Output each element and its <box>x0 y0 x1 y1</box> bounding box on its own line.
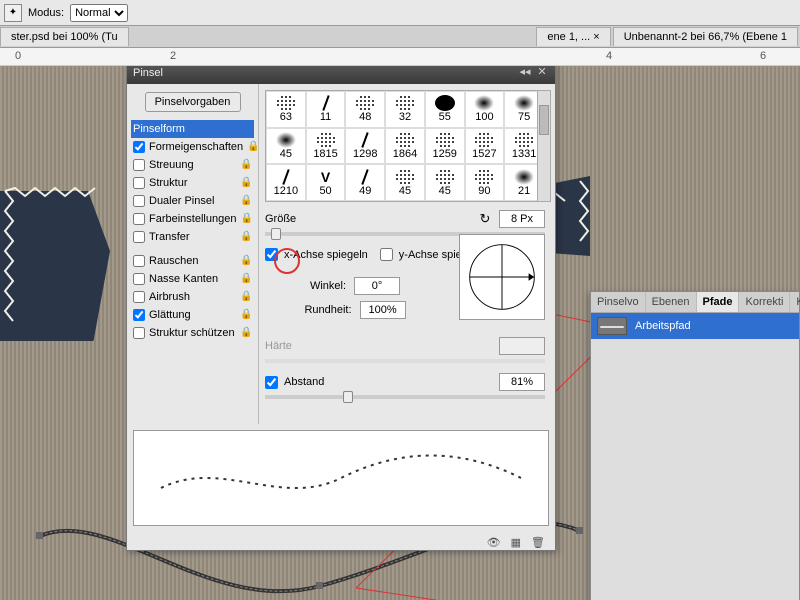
brush-panel-titlebar[interactable]: Pinsel ◂◂ ✕ <box>127 66 555 84</box>
brush-panel-footer: 👁 ▦ 🗑 <box>127 532 555 553</box>
lock-icon[interactable]: 🔒 <box>240 255 252 267</box>
path-thumbnail <box>597 317 627 335</box>
spacing-value[interactable]: 81% <box>499 373 545 391</box>
lock-icon[interactable]: 🔒 <box>240 213 252 225</box>
brush-options-sidebar: Pinselvorgaben Pinselform Formeigenschaf… <box>127 84 259 424</box>
reset-size-icon[interactable]: ↻ <box>477 211 493 227</box>
lock-icon[interactable]: 🔒 <box>240 195 252 207</box>
brush-settings-main: 63 11 48 32 55 100 75 45 1815 1298 1864 … <box>259 84 555 424</box>
spacing-slider[interactable] <box>265 395 545 399</box>
lock-icon[interactable]: 🔒 <box>240 159 252 171</box>
lock-icon[interactable]: 🔒 <box>240 177 252 189</box>
lock-icon[interactable]: 🔒 <box>240 273 252 285</box>
flip-x-checkbox[interactable] <box>265 248 278 261</box>
toggle-preview-icon[interactable]: 👁 <box>487 536 501 549</box>
hardness-slider <box>265 359 545 363</box>
tab-doc-3[interactable]: Unbenannt-2 bei 66,7% (Ebene 1 <box>613 27 798 46</box>
options-bar: ✦ Modus: Normal <box>0 0 800 26</box>
paths-panel-tabs: Pinselvo Ebenen Pfade Korrekti Kopier <box>591 292 799 313</box>
document-tabs: ster.psd bei 100% (Tu ene 1, ... × Unben… <box>0 26 800 48</box>
flip-x-label: x-Achse spiegeln <box>284 249 368 261</box>
opt-dualer-pinsel[interactable]: Dualer Pinsel🔒 <box>131 192 254 210</box>
brush-panel-title: Pinsel <box>133 67 515 79</box>
roundness-label: Rundheit: <box>304 304 351 316</box>
brush-presets-button[interactable]: Pinselvorgaben <box>145 92 241 112</box>
opt-nasse-kanten[interactable]: Nasse Kanten🔒 <box>131 270 254 288</box>
opt-formeigenschaften[interactable]: Formeigenschaften🔒 <box>131 138 254 156</box>
opt-rauschen[interactable]: Rauschen🔒 <box>131 252 254 270</box>
new-brush-icon[interactable]: ▦ <box>511 536 521 549</box>
tab-korrekturen[interactable]: Korrekti <box>739 292 790 312</box>
lock-icon[interactable]: 🔒 <box>240 309 252 321</box>
path-item-arbeitspfad[interactable]: Arbeitspfad <box>591 313 799 339</box>
close-icon[interactable]: ✕ <box>535 66 549 80</box>
opt-airbrush[interactable]: Airbrush🔒 <box>131 288 254 306</box>
lock-icon[interactable]: 🔒 <box>240 231 252 243</box>
flip-y-checkbox[interactable] <box>380 248 393 261</box>
paths-panel: Pinselvo Ebenen Pfade Korrekti Kopier Ar… <box>590 291 800 600</box>
tab-doc-1[interactable]: ster.psd bei 100% (Tu <box>0 27 129 46</box>
angle-value[interactable]: 0° <box>354 277 400 295</box>
opt-struktur-schuetzen[interactable]: Struktur schützen🔒 <box>131 324 254 342</box>
hardness-value <box>499 337 545 355</box>
ruler: 0 2 4 6 <box>0 48 800 66</box>
trash-icon[interactable]: 🗑 <box>531 536 545 549</box>
opt-streuung[interactable]: Streuung🔒 <box>131 156 254 174</box>
tool-icon[interactable]: ✦ <box>4 4 22 22</box>
opt-farbeinstellungen[interactable]: Farbeinstellungen🔒 <box>131 210 254 228</box>
stroke-preview <box>133 430 549 526</box>
canvas[interactable]: Pinsel ◂◂ ✕ Pinselvorgaben Pinselform Fo… <box>0 66 800 600</box>
path-item-label: Arbeitspfad <box>635 320 691 332</box>
roundness-value[interactable]: 100% <box>360 301 406 319</box>
lock-icon[interactable]: 🔒 <box>240 327 252 339</box>
angle-label: Winkel: <box>310 280 346 292</box>
brush-thumbnails[interactable]: 63 11 48 32 55 100 75 45 1815 1298 1864 … <box>265 90 545 202</box>
tab-pfade[interactable]: Pfade <box>697 292 740 312</box>
tab-doc-2[interactable]: ene 1, ... × <box>536 27 610 46</box>
hardness-label: Härte <box>265 340 292 352</box>
opt-pinselform[interactable]: Pinselform <box>131 120 254 138</box>
opt-glaettung[interactable]: Glättung🔒 <box>131 306 254 324</box>
mode-label: Modus: <box>28 7 64 19</box>
tab-ebenen[interactable]: Ebenen <box>646 292 697 312</box>
spacing-checkbox[interactable] <box>265 376 278 389</box>
tab-kopieren[interactable]: Kopier <box>790 292 800 312</box>
opt-transfer[interactable]: Transfer🔒 <box>131 228 254 246</box>
lock-icon[interactable]: 🔒 <box>247 141 259 153</box>
size-value[interactable]: 8 Px <box>499 210 545 228</box>
brush-panel: Pinsel ◂◂ ✕ Pinselvorgaben Pinselform Fo… <box>126 66 556 551</box>
tab-pinselvorgaben[interactable]: Pinselvo <box>591 292 646 312</box>
size-label: Größe <box>265 213 296 225</box>
opt-struktur[interactable]: Struktur🔒 <box>131 174 254 192</box>
mode-select[interactable]: Normal <box>70 4 128 22</box>
thumbnails-scrollbar[interactable] <box>537 90 551 202</box>
lock-icon[interactable]: 🔒 <box>240 291 252 303</box>
spacing-label: Abstand <box>284 376 324 388</box>
collapse-icon[interactable]: ◂◂ <box>518 66 532 80</box>
angle-preview[interactable] <box>459 234 545 320</box>
